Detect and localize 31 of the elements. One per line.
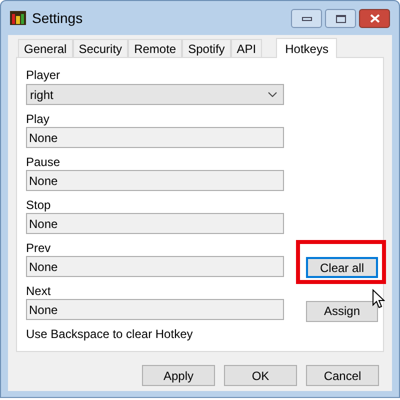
hotkey-field[interactable]: None <box>26 213 284 234</box>
player-dropdown[interactable]: right <box>26 84 284 105</box>
window-title: Settings <box>32 8 83 28</box>
hotkey-field[interactable]: None <box>26 256 284 277</box>
hotkey-field[interactable]: None <box>26 170 284 191</box>
field-label: Pause <box>26 154 62 168</box>
action-button[interactable]: Assign <box>306 300 378 322</box>
close-icon <box>370 14 380 23</box>
hotkey-field[interactable]: None <box>26 299 284 320</box>
maximize-button[interactable] <box>325 9 356 28</box>
hotkey-field[interactable]: None <box>26 127 284 148</box>
app-logo-icon <box>10 10 26 26</box>
minimize-button[interactable] <box>291 9 322 28</box>
tab[interactable]: Security <box>72 39 128 57</box>
field-label: Stop <box>26 197 52 211</box>
field-label: Next <box>26 283 52 297</box>
tab[interactable]: API <box>230 39 262 57</box>
field-label: Play <box>26 111 50 125</box>
field-label: Player <box>26 67 62 81</box>
action-button[interactable]: Clear all <box>306 257 378 278</box>
dialog-button[interactable]: Cancel <box>306 365 379 386</box>
chevron-down-icon <box>268 92 277 97</box>
tab[interactable]: Hotkeys <box>276 38 338 58</box>
dialog-button[interactable]: OK <box>224 365 297 386</box>
tab[interactable]: Spotify <box>182 39 231 57</box>
hint-text: Use Backspace to clear Hotkey <box>26 326 194 343</box>
tab[interactable]: Remote <box>128 39 182 57</box>
tab[interactable]: General <box>18 39 73 57</box>
dialog-button[interactable]: Apply <box>142 365 215 386</box>
field-label: Prev <box>26 240 52 254</box>
close-button[interactable] <box>359 9 390 28</box>
